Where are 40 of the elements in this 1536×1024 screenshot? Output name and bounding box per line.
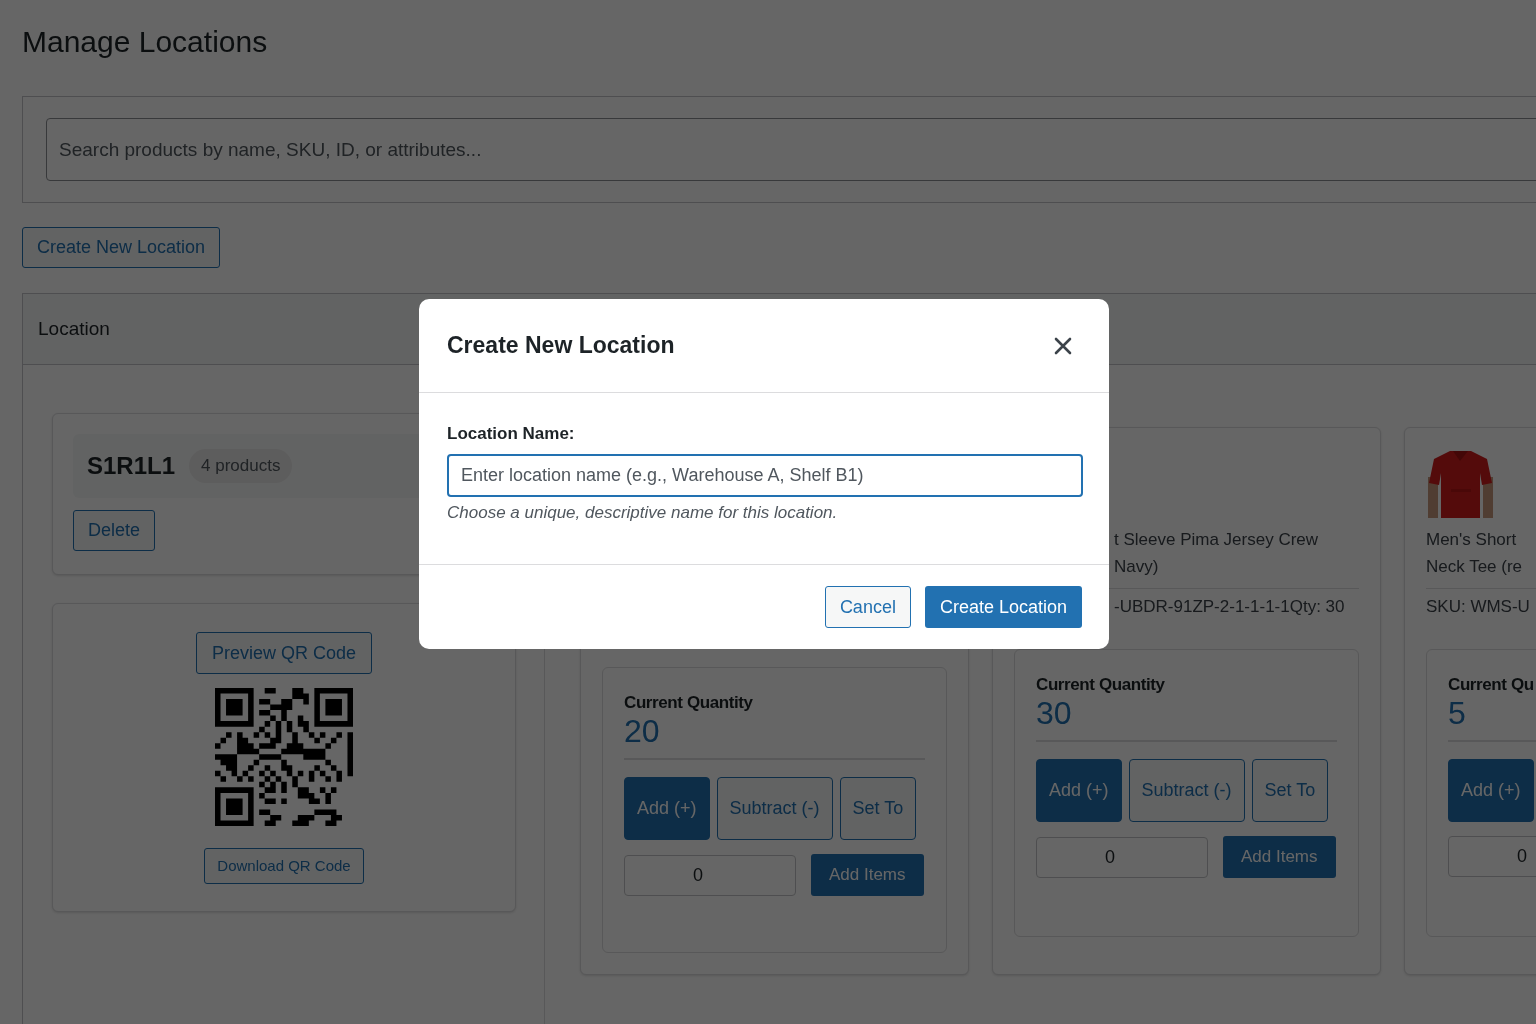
quantity-label: Current Quantity [624, 692, 754, 715]
mode-button[interactable]: Subtract (-) [716, 777, 833, 841]
add-items-button[interactable]: Add Items [811, 854, 924, 897]
quantity-value: 5 [1448, 696, 1467, 730]
modal-title: Create New Location [447, 331, 675, 361]
create-location-button[interactable]: Create Location [924, 586, 1082, 628]
quantity-field[interactable]: 0 [1448, 836, 1536, 877]
field-label: Location Name: [447, 423, 576, 445]
preview-qr-button[interactable]: Preview QR Code [195, 632, 373, 674]
mode-button[interactable]: Set To [839, 777, 917, 841]
close-icon[interactable] [1054, 336, 1072, 355]
help-text: Choose a unique, descriptive name for this location. [447, 502, 839, 524]
panel-header: Location [38, 316, 110, 341]
product-sku: -UBDR-91ZP-2-1-1-1-1Qty: 30 [1114, 596, 1345, 618]
location-name-field[interactable]: Enter location name (e.g., Warehouse A, Shelf B1) [447, 454, 1083, 497]
add-items-button[interactable]: Add Items [1223, 836, 1336, 878]
mode-button[interactable]: Add (+) [1448, 759, 1534, 822]
mode-button[interactable]: Set To [1251, 759, 1329, 822]
quantity-label: Current Qu [1448, 674, 1535, 696]
product-name: Navy) [1114, 556, 1159, 578]
quantity-field[interactable]: 0 [1036, 836, 1208, 878]
location-name: S1R1L1 [87, 451, 176, 481]
product-name: t Sleeve Pima Jersey Crew [1114, 529, 1319, 551]
quantity-field[interactable]: 0 [624, 854, 796, 896]
search-field[interactable]: Search products by name, SKU, ID, or attributes... [46, 118, 1536, 181]
mode-button[interactable]: Subtract (-) [1128, 759, 1245, 822]
product-name: Neck Tee (re [1426, 556, 1523, 578]
delete-button[interactable]: Delete [73, 510, 156, 551]
product-count: 4 products [189, 449, 293, 483]
product-name: Men's Short [1426, 529, 1517, 551]
mode-button[interactable]: Add (+) [1036, 759, 1122, 822]
cancel-button[interactable]: Cancel [824, 586, 911, 628]
quantity-value: 20 [624, 714, 661, 749]
create-location-button[interactable]: Create New Location [22, 227, 221, 268]
product-sku: SKU: WMS-U [1426, 596, 1530, 618]
quantity-value: 30 [1036, 696, 1073, 730]
page-title: Manage Locations [22, 24, 269, 60]
quantity-label: Current Quantity [1036, 674, 1166, 696]
mode-button[interactable]: Add (+) [624, 777, 710, 841]
download-qr-button[interactable]: Download QR Code [204, 848, 364, 884]
